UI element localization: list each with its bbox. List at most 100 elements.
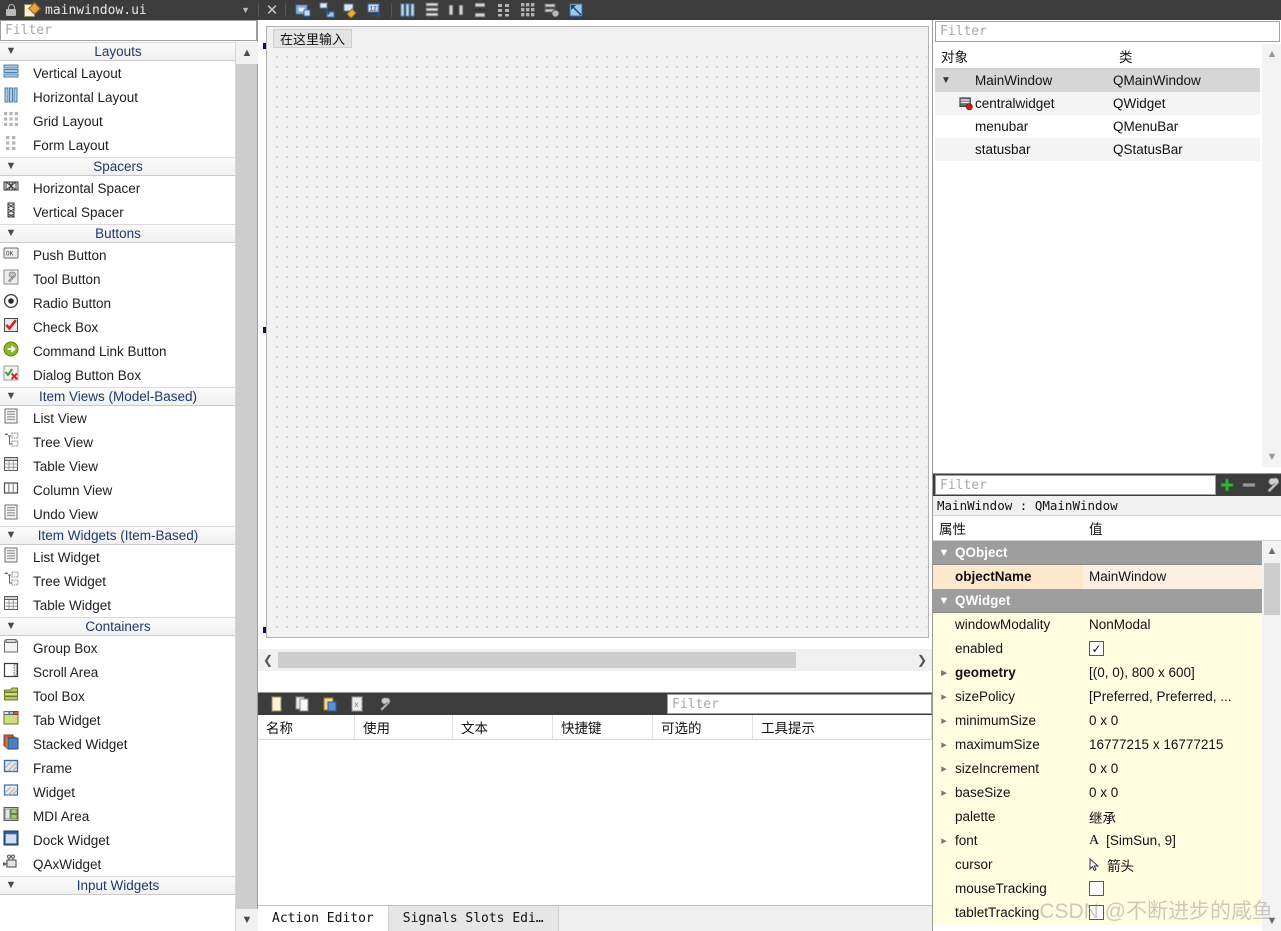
widget-item-vertical-layout[interactable]: Vertical Layout bbox=[0, 61, 236, 85]
chevron-up-icon[interactable]: ▲ bbox=[1262, 541, 1281, 561]
property-checkbox[interactable] bbox=[1089, 881, 1104, 896]
property-row[interactable]: palette 继承 bbox=[933, 804, 1262, 829]
action-editor-filter-input[interactable]: Filter bbox=[667, 694, 932, 714]
minus-icon[interactable] bbox=[1238, 474, 1260, 496]
property-row[interactable]: tabletTracking bbox=[933, 900, 1262, 925]
wrench-icon[interactable] bbox=[1260, 474, 1281, 496]
widget-item-list-widget[interactable]: List Widget bbox=[0, 545, 236, 569]
paste-action-icon[interactable] bbox=[316, 693, 343, 715]
property-row[interactable]: windowModality NonModal bbox=[933, 612, 1262, 637]
property-editor-column-header[interactable]: 属性 bbox=[933, 516, 1083, 540]
object-inspector-row[interactable]: ▼ MainWindow QMainWindow bbox=[935, 69, 1260, 92]
widget-item-push-button[interactable]: OK Push Button bbox=[0, 243, 236, 267]
scrollbar-thumb[interactable] bbox=[278, 652, 796, 668]
widget-item-radio-button[interactable]: Radio Button bbox=[0, 291, 236, 315]
chevron-down-icon[interactable]: ▼ bbox=[0, 391, 22, 402]
chevron-down-icon[interactable]: ▼ bbox=[0, 228, 22, 239]
widget-item-widget[interactable]: Widget bbox=[0, 780, 236, 804]
property-row[interactable]: ▸ geometry [(0, 0), 800 x 600] bbox=[933, 660, 1262, 685]
layout-splitter-vertical-icon[interactable] bbox=[468, 0, 492, 20]
chevron-right-icon[interactable]: ▸ bbox=[933, 690, 955, 703]
action-editor-column-header[interactable]: 可选的 bbox=[653, 715, 753, 739]
chevron-down-icon[interactable]: ▼ bbox=[0, 880, 22, 891]
widget-item-qaxwidget[interactable]: QAxWidget bbox=[0, 852, 236, 876]
action-editor-rows[interactable] bbox=[258, 740, 932, 898]
widget-item-tool-button[interactable]: Tool Button bbox=[0, 267, 236, 291]
form-canvas[interactable]: 在这里输入 ❮ ❯ bbox=[258, 20, 932, 671]
widget-category-spacers[interactable]: ▼ Spacers bbox=[0, 157, 236, 176]
object-inspector-column-header[interactable]: 类 bbox=[1113, 44, 1260, 68]
widget-category-item-views-model-based[interactable]: ▼ Item Views (Model-Based) bbox=[0, 387, 236, 406]
chevron-down-icon[interactable]: ▼ bbox=[1262, 447, 1281, 467]
chevron-down-icon[interactable]: ▼ bbox=[0, 621, 22, 632]
widget-item-group-box[interactable]: Group Box bbox=[0, 636, 236, 660]
object-inspector-row[interactable]: statusbar QStatusBar bbox=[935, 138, 1260, 161]
widget-item-list-view[interactable]: List View bbox=[0, 406, 236, 430]
widget-item-tree-widget[interactable]: Tree Widget bbox=[0, 569, 236, 593]
layout-grid-icon[interactable] bbox=[516, 0, 540, 20]
main-window-form[interactable]: 在这里输入 bbox=[266, 26, 929, 638]
chevron-down-icon[interactable]: ▼ bbox=[0, 530, 22, 541]
widget-item-vertical-spacer[interactable]: Vertical Spacer bbox=[0, 200, 236, 224]
chevron-right-icon[interactable]: ▸ bbox=[933, 762, 955, 775]
property-row[interactable]: ▸ sizePolicy [Preferred, Preferred, ... bbox=[933, 684, 1262, 709]
break-layout-icon[interactable] bbox=[540, 0, 564, 20]
property-row[interactable]: ▸ baseSize 0 x 0 bbox=[933, 780, 1262, 805]
widget-item-column-view[interactable]: Column View bbox=[0, 478, 236, 502]
widget-category-input-widgets[interactable]: ▼ Input Widgets bbox=[0, 876, 236, 895]
chevron-down-icon[interactable]: ▼ bbox=[935, 75, 957, 86]
edit-widgets-icon[interactable] bbox=[291, 0, 315, 20]
widget-box-filter-input[interactable]: Filter bbox=[0, 20, 257, 41]
widget-item-tool-box[interactable]: Tool Box bbox=[0, 684, 236, 708]
property-editor-column-header[interactable]: 值 bbox=[1083, 516, 1262, 540]
chevron-down-icon[interactable]: ▼ bbox=[933, 595, 955, 607]
menubar-type-here[interactable]: 在这里输入 bbox=[273, 29, 353, 48]
chevron-right-icon[interactable]: ❯ bbox=[912, 649, 932, 671]
property-row[interactable]: ▸ font A [SimSun, 9] bbox=[933, 828, 1262, 853]
adjust-size-icon[interactable] bbox=[564, 0, 588, 20]
object-inspector-tree[interactable]: 对象类 ▼ MainWindow QMainWindow centralwidget… bbox=[935, 44, 1260, 467]
delete-action-icon[interactable]: x bbox=[343, 693, 370, 715]
copy-action-icon[interactable] bbox=[289, 693, 316, 715]
property-row[interactable]: objectName MainWindow bbox=[933, 564, 1262, 589]
chevron-right-icon[interactable]: ▸ bbox=[933, 714, 955, 727]
property-group-header[interactable]: ▼ QWidget bbox=[933, 589, 1262, 613]
property-editor-scrollbar[interactable]: ▲ ▼ bbox=[1262, 541, 1281, 931]
action-editor-column-header[interactable]: 文本 bbox=[453, 715, 553, 739]
object-inspector-row[interactable]: centralwidget QWidget bbox=[935, 92, 1260, 115]
chevron-down-icon[interactable]: ▼ bbox=[1262, 911, 1281, 931]
chevron-right-icon[interactable]: ▸ bbox=[933, 738, 955, 751]
plus-icon[interactable] bbox=[1216, 474, 1238, 496]
widget-item-check-box[interactable]: Check Box bbox=[0, 315, 236, 339]
widget-item-horizontal-spacer[interactable]: Horizontal Spacer bbox=[0, 176, 236, 200]
chevron-down-icon[interactable]: ▼ bbox=[236, 909, 258, 931]
property-checkbox[interactable]: ✓ bbox=[1089, 641, 1104, 656]
scrollbar-track[interactable] bbox=[278, 649, 912, 671]
property-row[interactable]: cursor 箭头 bbox=[933, 852, 1262, 877]
layout-horizontally-icon[interactable] bbox=[396, 0, 420, 20]
object-inspector-scrollbar[interactable]: ▲ ▼ bbox=[1262, 44, 1281, 467]
widget-item-table-widget[interactable]: Table Widget bbox=[0, 593, 236, 617]
chevron-right-icon[interactable]: ▸ bbox=[933, 666, 955, 679]
widget-item-mdi-area[interactable]: MDI Area bbox=[0, 804, 236, 828]
chevron-up-icon[interactable]: ▲ bbox=[236, 42, 258, 64]
property-row[interactable]: mouseTracking bbox=[933, 876, 1262, 901]
widget-category-item-widgets-item-based[interactable]: ▼ Item Widgets (Item-Based) bbox=[0, 526, 236, 545]
edit-signals-slots-icon[interactable] bbox=[315, 0, 339, 20]
layout-splitter-horizontal-icon[interactable] bbox=[444, 0, 468, 20]
widget-item-dock-widget[interactable]: Dock Widget bbox=[0, 828, 236, 852]
action-editor-column-header[interactable]: 快捷键 bbox=[553, 715, 653, 739]
widget-item-form-layout[interactable]: Form Layout bbox=[0, 133, 236, 157]
widget-item-horizontal-layout[interactable]: Horizontal Layout bbox=[0, 85, 236, 109]
form-menubar[interactable]: 在这里输入 bbox=[267, 27, 928, 48]
object-inspector-column-header[interactable]: 对象 bbox=[935, 44, 1113, 68]
scrollbar-thumb[interactable] bbox=[1264, 563, 1280, 615]
widget-item-command-link-button[interactable]: Command Link Button bbox=[0, 339, 236, 363]
edit-tab-order-icon[interactable]: 123 bbox=[363, 0, 387, 20]
layout-form-icon[interactable] bbox=[492, 0, 516, 20]
chevron-up-icon[interactable]: ▲ bbox=[1262, 44, 1281, 64]
property-row[interactable]: enabled ✓ bbox=[933, 636, 1262, 661]
property-editor-filter-input[interactable]: Filter bbox=[935, 475, 1216, 495]
action-editor-column-header[interactable]: 工具提示 bbox=[753, 715, 932, 739]
chevron-right-icon[interactable]: ▸ bbox=[933, 786, 955, 799]
